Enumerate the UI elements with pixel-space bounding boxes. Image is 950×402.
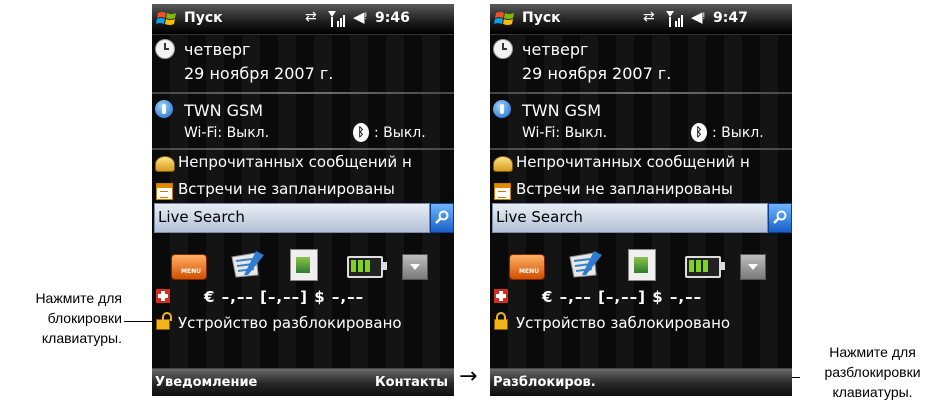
phone-screen-unlocked: Пуск ⇄ ◀ᵎ 9:46 четверг 29 ноября 2007 г.… (152, 4, 454, 396)
search-input-label: Live Search (158, 208, 245, 226)
currency-rates[interactable]: € –,–– [–,––] $ –,–– (204, 288, 364, 306)
soft-key-bar: Уведомление Контакты (152, 368, 454, 396)
battery-icon[interactable] (685, 256, 725, 278)
day-of-week[interactable]: четверг (522, 40, 588, 59)
unlock-softkey[interactable]: Разблокиров. (493, 375, 596, 390)
divider (152, 92, 454, 94)
search-button[interactable] (768, 203, 792, 233)
device-lock-status[interactable]: Устройство разблокировано (178, 314, 402, 332)
clock-time[interactable]: 9:46 (375, 10, 410, 26)
pictures-app-icon[interactable] (628, 249, 656, 281)
signal-strength-icon[interactable] (327, 10, 347, 28)
network-operator[interactable]: TWN GSM (522, 101, 601, 120)
menu-app-icon[interactable]: MENU (509, 254, 545, 280)
lock-callout-line1: Нажмите для (35, 290, 122, 306)
status-bar: Пуск ⇄ ◀ᵎ 9:47 (490, 4, 792, 35)
tasks-app-icon[interactable] (230, 249, 266, 279)
antenna-icon (155, 100, 173, 118)
sync-arrows-icon[interactable]: ⇄ (643, 9, 655, 25)
bluetooth-status[interactable]: : Выкл. (374, 125, 426, 141)
lock-callout-line3: клавиатуры. (41, 330, 122, 346)
clock-time[interactable]: 9:47 (713, 10, 748, 26)
windows-flag-icon[interactable] (156, 10, 178, 28)
magnifier-icon (435, 210, 449, 224)
appointments-status[interactable]: Встречи не запланированы (516, 180, 733, 198)
start-menu-label[interactable]: Пуск (184, 10, 223, 26)
currency-flag-icon (156, 289, 170, 303)
contacts-softkey[interactable]: Контакты (375, 375, 448, 390)
today-date[interactable]: 29 ноября 2007 г. (522, 64, 671, 83)
clock-icon (493, 39, 513, 59)
lock-callout-line2: блокировки (47, 310, 122, 326)
calendar-icon (156, 183, 173, 200)
soft-key-bar: Разблокиров. (490, 368, 792, 396)
wifi-status[interactable]: Wi-Fi: Выкл. (522, 125, 607, 141)
lock-instruction-callout: Нажмите для блокировки клавиатуры. (10, 288, 122, 348)
padlock-icon[interactable] (156, 312, 172, 330)
menu-app-icon[interactable]: MENU (171, 254, 207, 280)
unlock-callout-line1: Нажмите для (829, 344, 916, 360)
magnifier-icon (773, 210, 787, 224)
bluetooth-icon: ᛒ (353, 123, 369, 142)
speaker-icon[interactable]: ◀ᵎ (353, 8, 367, 26)
sync-arrows-icon[interactable]: ⇄ (305, 9, 317, 25)
search-button[interactable] (430, 203, 454, 233)
transition-arrow: → (459, 364, 478, 389)
phone-screen-locked: Пуск ⇄ ◀ᵎ 9:47 четверг 29 ноября 2007 г.… (490, 4, 792, 396)
padlock-icon[interactable] (494, 312, 508, 330)
network-operator[interactable]: TWN GSM (184, 101, 263, 120)
clock-icon (155, 39, 175, 59)
unlock-instruction-callout: Нажмите для разблокировки клавиатуры. (800, 342, 945, 402)
search-input-label: Live Search (496, 208, 583, 226)
divider (152, 148, 454, 150)
envelope-icon (155, 156, 175, 172)
divider (490, 148, 792, 150)
windows-flag-icon[interactable] (494, 10, 516, 28)
chevron-down-icon[interactable] (402, 254, 428, 280)
device-lock-status[interactable]: Устройство заблокировано (516, 314, 730, 332)
tasks-app-icon[interactable] (568, 249, 604, 279)
bluetooth-status[interactable]: : Выкл. (712, 125, 764, 141)
unread-messages[interactable]: Непрочитанных сообщений н (178, 153, 454, 171)
divider (490, 92, 792, 94)
battery-icon[interactable] (347, 256, 387, 278)
currency-flag-icon (494, 289, 508, 303)
appointments-status[interactable]: Встречи не запланированы (178, 180, 395, 198)
wifi-status[interactable]: Wi-Fi: Выкл. (184, 125, 269, 141)
search-input[interactable]: Live Search (492, 203, 768, 233)
bluetooth-icon: ᛒ (691, 123, 707, 142)
status-bar: Пуск ⇄ ◀ᵎ 9:46 (152, 4, 454, 35)
unread-messages[interactable]: Непрочитанных сообщений н (516, 153, 792, 171)
chevron-down-icon[interactable] (740, 254, 766, 280)
speaker-icon[interactable]: ◀ᵎ (691, 8, 705, 26)
currency-rates[interactable]: € –,–– [–,––] $ –,–– (542, 288, 702, 306)
notification-softkey[interactable]: Уведомление (155, 375, 257, 390)
pictures-app-icon[interactable] (290, 249, 318, 281)
signal-strength-icon[interactable] (665, 10, 685, 28)
search-input[interactable]: Live Search (154, 203, 430, 233)
antenna-icon (493, 100, 511, 118)
day-of-week[interactable]: четверг (184, 40, 250, 59)
today-date[interactable]: 29 ноября 2007 г. (184, 64, 333, 83)
unlock-callout-line3: клавиатуры. (832, 384, 913, 400)
calendar-icon (494, 183, 511, 200)
unlock-callout-line2: разблокировки (824, 364, 921, 380)
start-menu-label[interactable]: Пуск (522, 10, 561, 26)
envelope-icon (493, 156, 513, 172)
